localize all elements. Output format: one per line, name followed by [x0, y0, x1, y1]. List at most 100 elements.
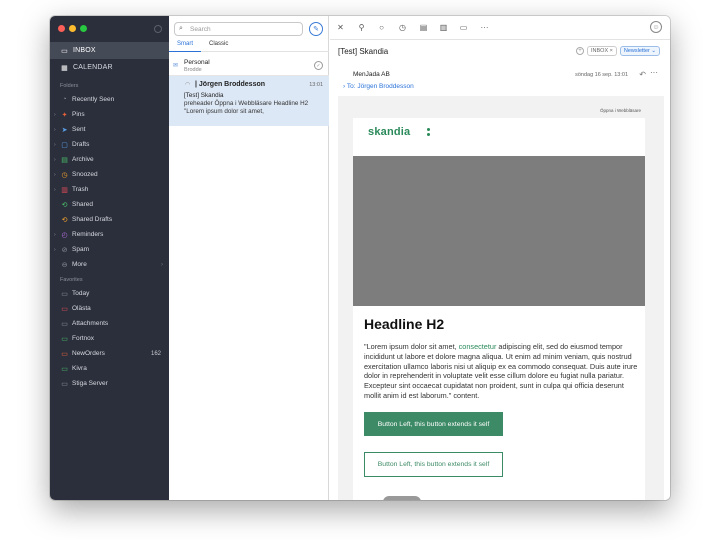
more-actions-icon[interactable]: ··· — [479, 22, 490, 33]
window-controls — [58, 25, 87, 32]
favorite-item-fortnox[interactable]: ▭ Fortnox — [50, 331, 169, 346]
nav-item-calendar[interactable]: ▦ CALENDAR — [50, 59, 169, 76]
logo-colon-icon — [427, 128, 430, 138]
nav-item-label: INBOX — [73, 47, 96, 54]
label-chip-newsletter[interactable]: Newsletter ⌄ — [619, 46, 660, 56]
reply-icon[interactable]: ↶ — [639, 70, 646, 79]
sidebar-item-label: Pins — [72, 111, 85, 118]
trash-icon: ▥ — [61, 186, 68, 194]
favorite-item-label: Olästa — [72, 305, 91, 312]
tab-smart[interactable]: Smart — [169, 40, 202, 52]
list-item[interactable]: ◠ | Jörgen Broddesson 13:01 [Test] Skand… — [169, 76, 329, 126]
close-icon[interactable]: ✕ — [335, 22, 346, 33]
clock-icon: ◷ — [61, 171, 68, 179]
paragraph-text: "Lorem ipsum dolor sit amet, — [364, 342, 459, 351]
chevron-right-icon: › — [161, 261, 163, 268]
favorite-item-today[interactable]: ▭ Today — [50, 286, 169, 301]
image-peek — [383, 496, 421, 500]
more-icon: ⊖ — [61, 261, 68, 269]
favorite-item-label: Fortnox — [72, 335, 95, 342]
email-recipient[interactable]: › To: Jörgen Broddesson — [343, 83, 414, 90]
list-tabs: Smart Classic — [169, 40, 329, 52]
inbox-icon: ▭ — [61, 47, 68, 55]
email-recipient-text: To: Jörgen Broddesson — [346, 83, 414, 90]
next-section-peek — [353, 494, 645, 500]
skandia-logo: skandia — [368, 126, 411, 138]
message-subject: [Test] Skandia — [184, 92, 224, 99]
unread-count: 162 — [150, 350, 161, 357]
mark-done-icon[interactable]: ○ — [376, 22, 387, 33]
solid-cta-button[interactable]: Button Left, this button extends it self — [364, 412, 503, 436]
add-label-button[interactable]: + — [576, 47, 585, 55]
sidebar-item-label: Snoozed — [72, 171, 98, 178]
message-preview: preheader Öppna i Webbläsare Headline H2… — [184, 100, 309, 115]
hero-image — [353, 156, 645, 306]
smart-folder-icon: ▭ — [61, 305, 68, 313]
tab-classic[interactable]: Classic — [201, 40, 236, 52]
sidebar-item-pins[interactable]: › ✦ Pins — [50, 107, 169, 122]
trash-icon[interactable]: ▥ — [438, 22, 449, 33]
shared-drafts-icon: ⟲ — [61, 216, 68, 224]
favorite-item-label: Kivra — [72, 365, 87, 372]
nav-item-inbox[interactable]: ▭ INBOX — [50, 42, 169, 59]
sidebar-item-spam[interactable]: › ⊘ Spam — [50, 242, 169, 257]
pin-icon[interactable]: ⚲ — [356, 22, 367, 33]
search-input[interactable]: ⌕ Search — [174, 22, 303, 36]
folders-section-label: Folders — [60, 83, 79, 89]
mark-done-icon[interactable]: ✓ — [314, 61, 323, 70]
account-avatar-icon[interactable]: ☺ — [650, 21, 662, 33]
archive-icon: ▤ — [61, 156, 68, 164]
more-icon[interactable]: ··· — [650, 68, 658, 77]
favorite-item-neworders[interactable]: ▭ NewOrders 162 — [50, 346, 169, 361]
sidebar-item-drafts[interactable]: › ▢ Drafts — [50, 137, 169, 152]
sidebar-item-reminders[interactable]: › ◴ Reminders — [50, 227, 169, 242]
compose-button[interactable]: ✎ — [309, 22, 323, 36]
snooze-clock-icon[interactable]: ◷ — [397, 22, 408, 33]
minimize-window-button[interactable] — [69, 25, 76, 32]
sync-status-icon[interactable] — [154, 25, 162, 33]
email-headline: Headline H2 — [364, 316, 445, 332]
calendar-icon: ▦ — [61, 64, 68, 72]
reading-pane: ✕ ⚲ ○ ◷ ▤ ▥ ▭ ··· ☺ [Test] Skandia + INB… — [330, 16, 670, 500]
favorite-item-attachments[interactable]: ▭ Attachments — [50, 316, 169, 331]
favorite-item-label: Stiga Server — [72, 380, 108, 387]
archive-icon[interactable]: ▤ — [418, 22, 429, 33]
sidebar-item-shared-drafts[interactable]: ⟲ Shared Drafts — [50, 212, 169, 227]
sidebar-item-sent[interactable]: › ➤ Sent — [50, 122, 169, 137]
smart-folder-icon: ▭ — [61, 380, 68, 388]
message-time: 13:01 — [309, 82, 323, 88]
shared-icon: ⟲ — [61, 201, 68, 209]
message-list-pane: ⌕ Search ✎ Smart Classic ✉ Personal Brod… — [169, 16, 329, 500]
message-group-personal[interactable]: ✉ Personal Brodde ✓ — [169, 56, 329, 76]
favorite-item-kivra[interactable]: ▭ Kivra — [50, 361, 169, 376]
reminder-icon: ◴ — [61, 231, 68, 239]
sidebar-item-recently-seen[interactable]: ◔ Recently Seen — [50, 92, 169, 107]
sidebar-item-archive[interactable]: › ▤ Archive — [50, 152, 169, 167]
folder-icon[interactable]: ▭ — [458, 22, 469, 33]
smart-folder-icon: ▭ — [61, 320, 68, 328]
label-chip-inbox[interactable]: INBOX × — [587, 46, 617, 56]
sidebar-item-shared[interactable]: ⟲ Shared — [50, 197, 169, 212]
folder-list: ◔ Recently Seen › ✦ Pins › ➤ Sent › ▢ Drafts › ▤ Arch… — [50, 92, 169, 272]
close-window-button[interactable] — [58, 25, 65, 32]
group-title: Personal — [184, 59, 210, 66]
nav-item-label: CALENDAR — [73, 64, 113, 71]
sidebar-item-label: More — [72, 261, 87, 268]
favorite-item-olästa[interactable]: ▭ Olästa — [50, 301, 169, 316]
sidebar-item-more[interactable]: ⊖ More › — [50, 257, 169, 272]
sidebar-item-trash[interactable]: › ▥ Trash — [50, 182, 169, 197]
zoom-window-button[interactable] — [80, 25, 87, 32]
view-in-browser-link[interactable]: Öppna i Webbläsare — [353, 104, 645, 118]
sidebar-item-snoozed[interactable]: › ◷ Snoozed — [50, 167, 169, 182]
message-sender: | Jörgen Broddesson — [195, 81, 266, 88]
email-paragraph: "Lorem ipsum dolor sit amet, consectetur… — [364, 342, 640, 401]
favorites-section-label: Favorites — [60, 277, 83, 283]
label-chips: + INBOX × Newsletter ⌄ — [576, 46, 660, 56]
favorite-item-label: Attachments — [72, 320, 109, 327]
sidebar-item-label: Archive — [72, 156, 94, 163]
paragraph-link[interactable]: consectetur — [459, 342, 497, 351]
sidebar-item-label: Trash — [72, 186, 89, 193]
outline-cta-button[interactable]: Button Left, this button extends it self — [364, 452, 503, 477]
subject-bar: [Test] Skandia + INBOX × Newsletter ⌄ — [330, 40, 670, 64]
favorite-item-stiga-server[interactable]: ▭ Stiga Server — [50, 376, 169, 391]
